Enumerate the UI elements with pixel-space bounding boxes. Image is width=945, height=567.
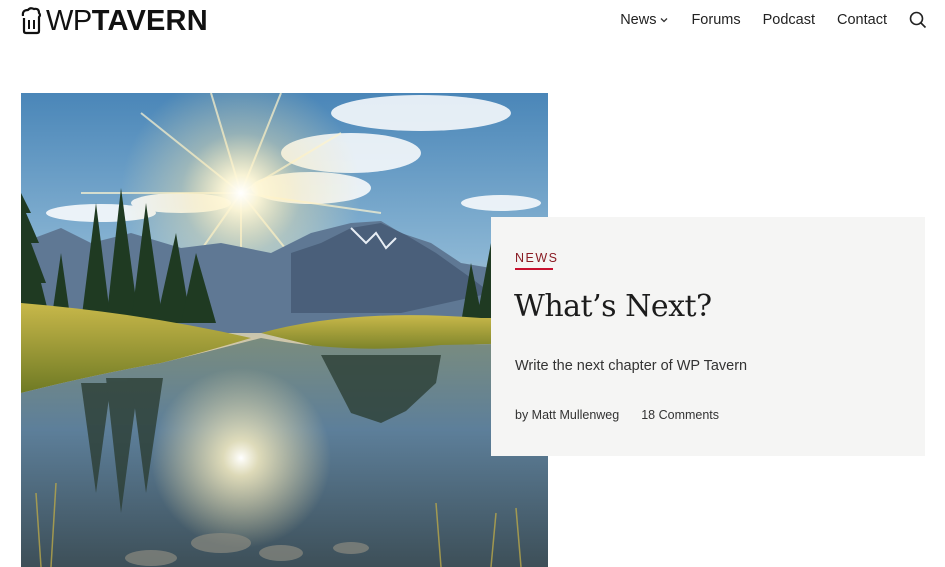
nav-item-label: News — [620, 12, 657, 28]
nav-item-forums[interactable]: Forums — [691, 12, 740, 28]
logo-tavern-text: TAVERN — [91, 5, 208, 37]
chevron-down-icon — [660, 18, 668, 23]
nav-item-label: Contact — [837, 12, 887, 28]
author-link[interactable]: by Matt Mullenweg — [515, 408, 619, 422]
post-meta: by Matt Mullenweg 18 Comments — [515, 408, 719, 422]
nav-item-news[interactable]: News — [620, 12, 669, 28]
search-icon — [909, 11, 927, 29]
landscape-image — [21, 93, 548, 567]
comments-link[interactable]: 18 Comments — [641, 408, 719, 422]
logo-wp-text: WP — [46, 5, 92, 37]
nav-item-label: Forums — [691, 12, 741, 28]
category-underline — [515, 268, 553, 270]
post-title[interactable]: What’s Next? — [514, 289, 712, 324]
nav-item-podcast[interactable]: Podcast — [763, 12, 815, 28]
featured-post-card: NEWS What’s Next? Write the next chapter… — [491, 217, 925, 456]
category-link[interactable]: NEWS — [515, 251, 559, 265]
post-excerpt: Write the next chapter of WP Tavern — [515, 358, 748, 374]
primary-nav: News Forums Podcast Contact — [620, 11, 927, 29]
nav-item-contact[interactable]: Contact — [837, 12, 887, 28]
beer-mug-icon — [21, 7, 42, 35]
featured-image[interactable] — [21, 93, 548, 567]
nav-item-label: Podcast — [762, 12, 816, 28]
search-button[interactable] — [909, 11, 927, 29]
site-logo[interactable]: WP TAVERN — [20, 4, 208, 38]
site-header: WP TAVERN News Forums Podcast Contact — [0, 0, 945, 44]
